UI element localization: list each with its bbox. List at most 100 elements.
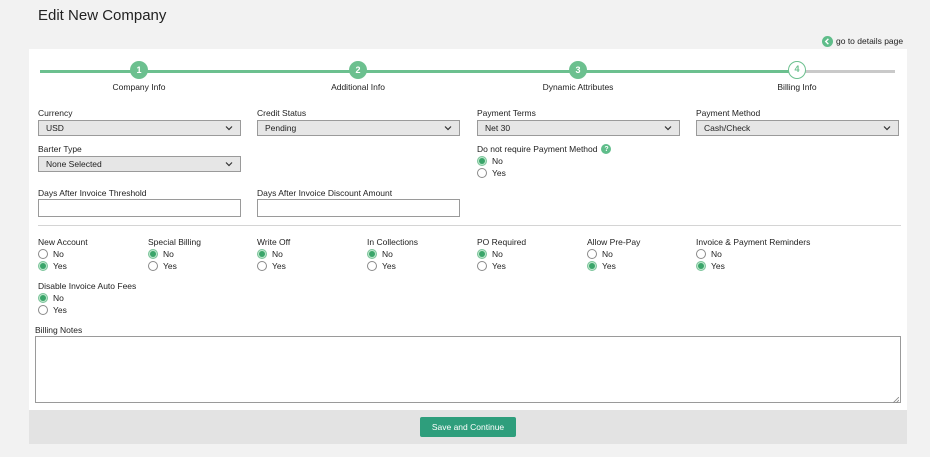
radio-label: No xyxy=(272,249,283,259)
step-number: 1 xyxy=(130,61,148,79)
barter-type-value: None Selected xyxy=(46,159,102,169)
radio-option-yes[interactable]: Yes xyxy=(696,261,725,271)
radio-option-no[interactable]: No xyxy=(38,293,64,303)
form-footer: Save and Continue xyxy=(29,410,907,444)
step-number: 3 xyxy=(569,61,587,79)
radio-option-no[interactable]: No xyxy=(477,249,503,259)
billing-notes-label: Billing Notes xyxy=(35,325,83,335)
step-number: 4 xyxy=(788,61,806,79)
payment-method-select[interactable]: Cash/Check xyxy=(696,120,899,136)
billing-notes-textarea[interactable] xyxy=(35,336,901,404)
payment-terms-value: Net 30 xyxy=(485,123,511,133)
no-payment-method-no[interactable]: No xyxy=(477,156,503,166)
radio-button[interactable] xyxy=(38,293,48,303)
radio-button[interactable] xyxy=(257,249,267,259)
payment-method-label: Payment Method xyxy=(696,108,761,118)
radio-button[interactable] xyxy=(587,261,597,271)
radio-label: No xyxy=(492,156,503,166)
credit-status-label: Credit Status xyxy=(257,108,307,118)
radio-button[interactable] xyxy=(477,168,487,178)
currency-label: Currency xyxy=(38,108,73,118)
radio-group-label: Allow Pre-Pay xyxy=(587,237,641,247)
radio-label: No xyxy=(382,249,393,259)
radio-label: Yes xyxy=(53,305,67,315)
radio-label: Yes xyxy=(272,261,286,271)
radio-label: Yes xyxy=(53,261,67,271)
radio-label: Yes xyxy=(602,261,616,271)
payment-terms-select[interactable]: Net 30 xyxy=(477,120,680,136)
radio-group-label: Invoice & Payment Reminders xyxy=(696,237,811,247)
radio-option-no[interactable]: No xyxy=(38,249,64,259)
payment-terms-label: Payment Terms xyxy=(477,108,536,118)
credit-status-value: Pending xyxy=(265,123,297,133)
radio-button[interactable] xyxy=(148,249,158,259)
no-payment-method-label: Do not require Payment Method ? xyxy=(477,144,612,154)
radio-option-yes[interactable]: Yes xyxy=(257,261,286,271)
no-payment-method-yes[interactable]: Yes xyxy=(477,168,506,178)
step-company-info[interactable]: 1 Company Info xyxy=(79,61,199,92)
radio-option-no[interactable]: No xyxy=(367,249,393,259)
radio-option-no[interactable]: No xyxy=(696,249,722,259)
radio-button[interactable] xyxy=(696,261,706,271)
chevron-down-icon xyxy=(225,124,233,132)
radio-button[interactable] xyxy=(38,249,48,259)
radio-label: No xyxy=(53,293,64,303)
days-discount-input[interactable] xyxy=(257,199,460,217)
radio-group-label: In Collections xyxy=(367,237,419,247)
radio-option-yes[interactable]: Yes xyxy=(587,261,616,271)
go-to-details-link[interactable]: go to details page xyxy=(822,35,930,47)
radio-label: Yes xyxy=(492,168,506,178)
radio-group-label: Disable Invoice Auto Fees xyxy=(38,281,137,291)
radio-button[interactable] xyxy=(148,261,158,271)
help-icon[interactable]: ? xyxy=(601,144,612,154)
radio-label: Yes xyxy=(492,261,506,271)
radio-option-no[interactable]: No xyxy=(587,249,613,259)
chevron-down-icon xyxy=(664,124,672,132)
details-link-label: go to details page xyxy=(836,36,904,46)
radio-option-yes[interactable]: Yes xyxy=(367,261,396,271)
radio-button[interactable] xyxy=(367,261,377,271)
radio-button[interactable] xyxy=(367,249,377,259)
radio-option-no[interactable]: No xyxy=(148,249,174,259)
radio-button[interactable] xyxy=(38,305,48,315)
radio-group-label: Write Off xyxy=(257,237,291,247)
radio-label: No xyxy=(53,249,64,259)
billing-form-card: 1 Company Info 2 Additional Info 3 Dynam… xyxy=(29,49,907,410)
barter-type-select[interactable]: None Selected xyxy=(38,156,241,172)
radio-group-label: New Account xyxy=(38,237,88,247)
currency-value: USD xyxy=(46,123,64,133)
chevron-down-icon xyxy=(225,160,233,168)
days-threshold-input[interactable] xyxy=(38,199,241,217)
resize-handle-icon[interactable] xyxy=(892,395,900,404)
radio-label: Yes xyxy=(382,261,396,271)
step-label: Company Info xyxy=(112,82,166,92)
chevron-down-icon xyxy=(883,124,891,132)
radio-option-no[interactable]: No xyxy=(257,249,283,259)
radio-button[interactable] xyxy=(38,261,48,271)
barter-type-label: Barter Type xyxy=(38,144,82,154)
section-divider xyxy=(38,225,901,226)
step-label: Billing Info xyxy=(777,82,817,92)
radio-button[interactable] xyxy=(477,261,487,271)
step-dynamic-attributes[interactable]: 3 Dynamic Attributes xyxy=(518,61,638,92)
radio-button[interactable] xyxy=(477,156,487,166)
save-and-continue-button[interactable]: Save and Continue xyxy=(420,417,516,437)
no-payment-method-label-text: Do not require Payment Method xyxy=(477,144,598,154)
step-label: Additional Info xyxy=(331,82,385,92)
radio-option-yes[interactable]: Yes xyxy=(38,305,67,315)
arrow-left-icon xyxy=(822,35,833,47)
currency-select[interactable]: USD xyxy=(38,120,241,136)
step-additional-info[interactable]: 2 Additional Info xyxy=(298,61,418,92)
radio-button[interactable] xyxy=(696,249,706,259)
radio-option-yes[interactable]: Yes xyxy=(477,261,506,271)
radio-button[interactable] xyxy=(587,249,597,259)
radio-option-yes[interactable]: Yes xyxy=(148,261,177,271)
step-label: Dynamic Attributes xyxy=(542,82,614,92)
radio-button[interactable] xyxy=(257,261,267,271)
credit-status-select[interactable]: Pending xyxy=(257,120,460,136)
radio-group-label: PO Required xyxy=(477,237,527,247)
radio-option-yes[interactable]: Yes xyxy=(38,261,67,271)
step-billing-info[interactable]: 4 Billing Info xyxy=(737,61,857,92)
radio-button[interactable] xyxy=(477,249,487,259)
radio-label: No xyxy=(163,249,174,259)
